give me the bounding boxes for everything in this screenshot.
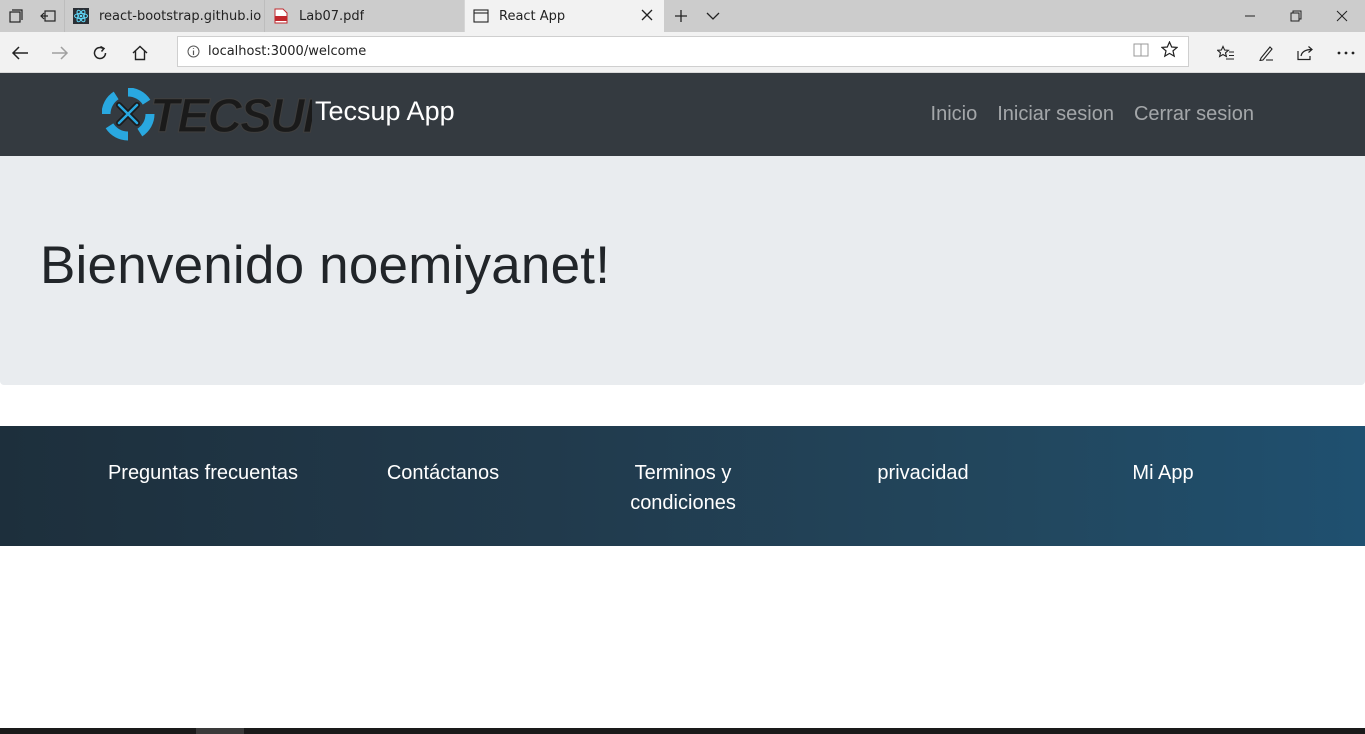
tab-manager-icon[interactable] [0, 0, 32, 32]
taskbar-edge [0, 728, 1365, 734]
reading-view-icon[interactable] [1133, 42, 1149, 61]
browser-tab-bar: react-bootstrap.github.io Lab07.pdf Reac… [0, 0, 1365, 32]
pdf-icon [273, 8, 289, 24]
more-options-icon[interactable] [1333, 40, 1359, 66]
taskbar-segment [196, 728, 244, 734]
nav-links: Inicio Iniciar sesion Cerrar sesion [931, 103, 1254, 126]
restore-icon[interactable] [1273, 0, 1319, 32]
url-field[interactable]: localhost:3000/welcome [177, 36, 1189, 67]
new-tab-icon[interactable] [664, 0, 698, 32]
welcome-heading: Bienvenido noemiyanet! [40, 236, 611, 295]
set-tabs-aside-icon[interactable] [32, 0, 64, 32]
home-icon[interactable] [127, 40, 153, 66]
chevron-down-icon[interactable] [698, 0, 728, 32]
url-text: localhost:3000/welcome [208, 44, 367, 59]
tab-label: Lab07.pdf [299, 8, 365, 24]
nav-link-iniciar-sesion[interactable]: Iniciar sesion [997, 103, 1114, 126]
tab-label: React App [499, 8, 566, 24]
nav-link-inicio[interactable]: Inicio [931, 103, 978, 126]
react-logo-icon [73, 8, 89, 24]
tab-lab07-pdf[interactable]: Lab07.pdf [264, 0, 464, 32]
footer-link-privacy[interactable]: privacidad [803, 458, 1043, 488]
footer-link-faq[interactable]: Preguntas frecuentas [83, 458, 323, 488]
footer-link-my-app[interactable]: Mi App [1043, 458, 1283, 488]
close-tab-icon[interactable] [640, 8, 654, 22]
refresh-icon[interactable] [87, 40, 113, 66]
brand-title[interactable]: Tecsup App [315, 96, 455, 127]
favorite-star-icon[interactable] [1160, 40, 1179, 62]
tab-react-bootstrap[interactable]: react-bootstrap.github.io [64, 0, 264, 32]
tab-react-app[interactable]: React App [464, 0, 664, 32]
window-controls [1227, 0, 1365, 32]
address-bar: localhost:3000/welcome [0, 32, 1365, 73]
pen-notes-icon[interactable] [1253, 40, 1279, 66]
url-actions [1133, 40, 1188, 62]
minimize-icon[interactable] [1227, 0, 1273, 32]
page-icon [473, 8, 489, 24]
site-info-icon[interactable] [178, 45, 208, 58]
close-window-icon[interactable] [1319, 0, 1365, 32]
footer-link-terms[interactable]: Terminos y condiciones [563, 458, 803, 518]
tab-label: react-bootstrap.github.io [99, 8, 262, 24]
logo-text: TECSUP [150, 90, 312, 141]
share-icon[interactable] [1292, 40, 1318, 66]
nav-link-cerrar-sesion[interactable]: Cerrar sesion [1134, 103, 1254, 126]
favorites-hub-icon[interactable] [1213, 40, 1239, 66]
footer-link-contact[interactable]: Contáctanos [323, 458, 563, 488]
forward-arrow-icon[interactable] [47, 40, 73, 66]
tecsup-logo[interactable]: TECSUP [101, 87, 338, 144]
back-arrow-icon[interactable] [7, 40, 33, 66]
